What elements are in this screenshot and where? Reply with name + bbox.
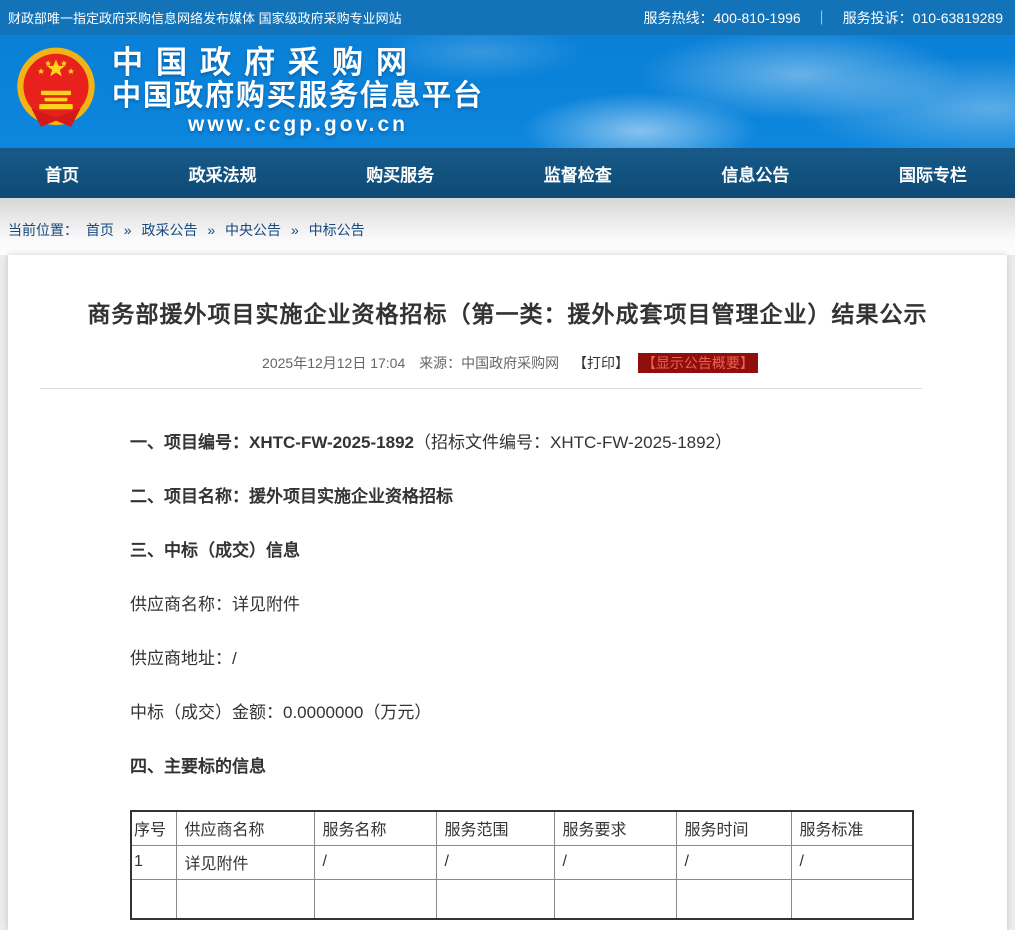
breadcrumb-item-central-notices[interactable]: 中央公告 xyxy=(225,222,281,238)
nav-item-announcements[interactable]: 信息公告 xyxy=(721,161,789,186)
table-row: 1 详见附件 / / / / / xyxy=(131,845,913,879)
breadcrumb-item-procurement-notices[interactable]: 政采公告 xyxy=(141,222,197,238)
paragraph-supplier-address: 供应商地址：/ xyxy=(130,648,927,669)
print-button[interactable]: 【打印】 xyxy=(573,355,629,371)
site-logo[interactable]: 中国政府采购网 中国政府购买服务信息平台 www.ccgp.gov.cn xyxy=(12,45,484,138)
paragraph-award-info-heading: 三、中标（成交）信息 xyxy=(130,540,927,561)
show-summary-button[interactable]: 【显示公告概要】 xyxy=(638,353,758,373)
national-emblem-icon xyxy=(12,45,100,138)
paragraph-project-name: 二、项目名称：援外项目实施企业资格招标 xyxy=(130,486,927,507)
main-nav: 首页 政采法规 购买服务 监督检查 信息公告 国际专栏 xyxy=(0,148,1015,198)
nav-item-international[interactable]: 国际专栏 xyxy=(899,161,967,186)
main-subject-table: 序号 供应商名称 服务名称 服务范围 服务要求 服务时间 服务标准 1 详见附件… xyxy=(130,810,914,920)
site-subtitle: 中国政府购买服务信息平台 xyxy=(112,80,484,112)
article-title: 商务部援外项目实施企业资格招标（第一类：援外成套项目管理企业）结果公示 xyxy=(8,255,1007,329)
col-header-supplier: 供应商名称 xyxy=(176,811,314,845)
nav-item-home[interactable]: 首页 xyxy=(45,161,79,186)
breadcrumb-item-award-notices[interactable]: 中标公告 xyxy=(309,222,365,238)
nav-item-purchase-services[interactable]: 购买服务 xyxy=(366,161,434,186)
breadcrumb-item-home[interactable]: 首页 xyxy=(86,222,114,238)
col-header-seq: 序号 xyxy=(131,811,176,845)
col-header-service-scope: 服务范围 xyxy=(436,811,554,845)
paragraph-project-number: 一、项目编号：XHTC-FW-2025-1892（招标文件编号：XHTC-FW-… xyxy=(130,432,927,453)
breadcrumb-separator: » xyxy=(207,222,215,238)
paragraph-award-amount: 中标（成交）金额：0.0000000（万元） xyxy=(130,702,927,723)
col-header-service-time: 服务时间 xyxy=(676,811,791,845)
col-header-service-requirement: 服务要求 xyxy=(554,811,676,845)
service-complaint: 服务投诉：010-63819289 xyxy=(843,8,1003,28)
publish-datetime: 2025年12月12日 17:04 xyxy=(262,355,405,371)
site-slogan: 财政部唯一指定政府采购信息网络发布媒体 国家级政府采购专业网站 xyxy=(8,8,402,27)
breadcrumb-separator: » xyxy=(124,222,132,238)
paragraph-main-subject-heading: 四、主要标的信息 xyxy=(130,756,927,777)
top-utility-bar: 财政部唯一指定政府采购信息网络发布媒体 国家级政府采购专业网站 服务热线：400… xyxy=(0,0,1015,35)
article-body: 一、项目编号：XHTC-FW-2025-1892（招标文件编号：XHTC-FW-… xyxy=(8,389,1007,920)
breadcrumb-prefix: 当前位置： xyxy=(8,222,78,238)
table-header-row: 序号 供应商名称 服务名称 服务范围 服务要求 服务时间 服务标准 xyxy=(131,811,913,845)
service-hotline: 服务热线：400-810-1996 xyxy=(644,8,801,28)
site-masthead: 中国政府采购网 中国政府购买服务信息平台 www.ccgp.gov.cn xyxy=(0,35,1015,148)
nav-item-regulations[interactable]: 政采法规 xyxy=(189,161,257,186)
col-header-service-name: 服务名称 xyxy=(314,811,436,845)
table-row-empty xyxy=(131,879,913,919)
col-header-service-standard: 服务标准 xyxy=(791,811,913,845)
site-url: www.ccgp.gov.cn xyxy=(112,112,484,138)
breadcrumb: 当前位置： 首页 » 政采公告 » 中央公告 » 中标公告 xyxy=(8,220,369,240)
breadcrumb-separator: » xyxy=(291,222,299,238)
article-meta: 2025年12月12日 17:04 来源：中国政府采购网 【打印】 【显示公告概… xyxy=(8,353,1007,373)
article-source: 来源：中国政府采购网 xyxy=(419,355,559,371)
paragraph-supplier-name: 供应商名称：详见附件 xyxy=(130,594,927,615)
topbar-divider: ｜ xyxy=(815,8,829,28)
content-panel: 商务部援外项目实施企业资格招标（第一类：援外成套项目管理企业）结果公示 2025… xyxy=(8,255,1007,930)
breadcrumb-band: 当前位置： 首页 » 政采公告 » 中央公告 » 中标公告 xyxy=(0,198,1015,255)
nav-item-supervision[interactable]: 监督检查 xyxy=(544,161,612,186)
site-name: 中国政府采购网 xyxy=(112,46,484,80)
